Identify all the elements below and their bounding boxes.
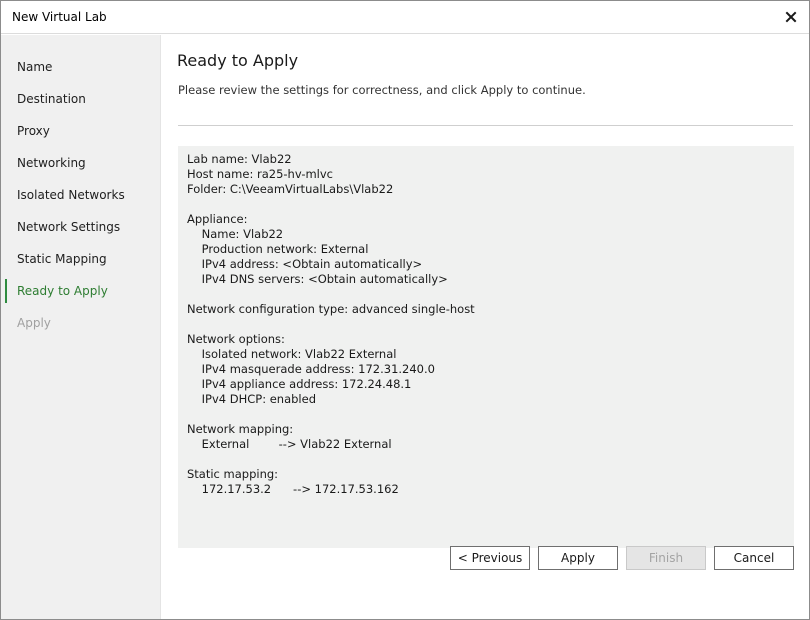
apply-button[interactable]: Apply [538,546,618,570]
title-bar: New Virtual Lab [1,1,809,34]
step-destination[interactable]: Destination [1,86,161,112]
finish-button: Finish [626,546,706,570]
close-button[interactable] [779,5,803,29]
page-description: Please review the settings for correctne… [178,83,586,97]
window-title: New Virtual Lab [12,10,107,24]
cancel-button[interactable]: Cancel [714,546,794,570]
close-icon [785,11,797,23]
step-network-settings[interactable]: Network Settings [1,214,161,240]
step-static-mapping[interactable]: Static Mapping [1,246,161,272]
step-proxy[interactable]: Proxy [1,118,161,144]
step-ready-to-apply[interactable]: Ready to Apply [1,278,161,304]
wizard-steps-sidebar: Name Destination Proxy Networking Isolat… [1,35,161,619]
step-apply: Apply [17,316,51,330]
main-content: Ready to Apply Please review the setting… [162,35,809,619]
previous-button[interactable]: < Previous [450,546,530,570]
step-isolated-networks[interactable]: Isolated Networks [1,182,161,208]
header-divider [178,125,793,126]
page-title: Ready to Apply [177,51,299,70]
step-networking[interactable]: Networking [1,150,161,176]
step-name[interactable]: Name [1,54,161,80]
new-virtual-lab-dialog: New Virtual Lab Name Destination Proxy N… [0,0,810,620]
settings-summary[interactable]: Lab name: Vlab22 Host name: ra25-hv-mlvc… [178,146,794,548]
